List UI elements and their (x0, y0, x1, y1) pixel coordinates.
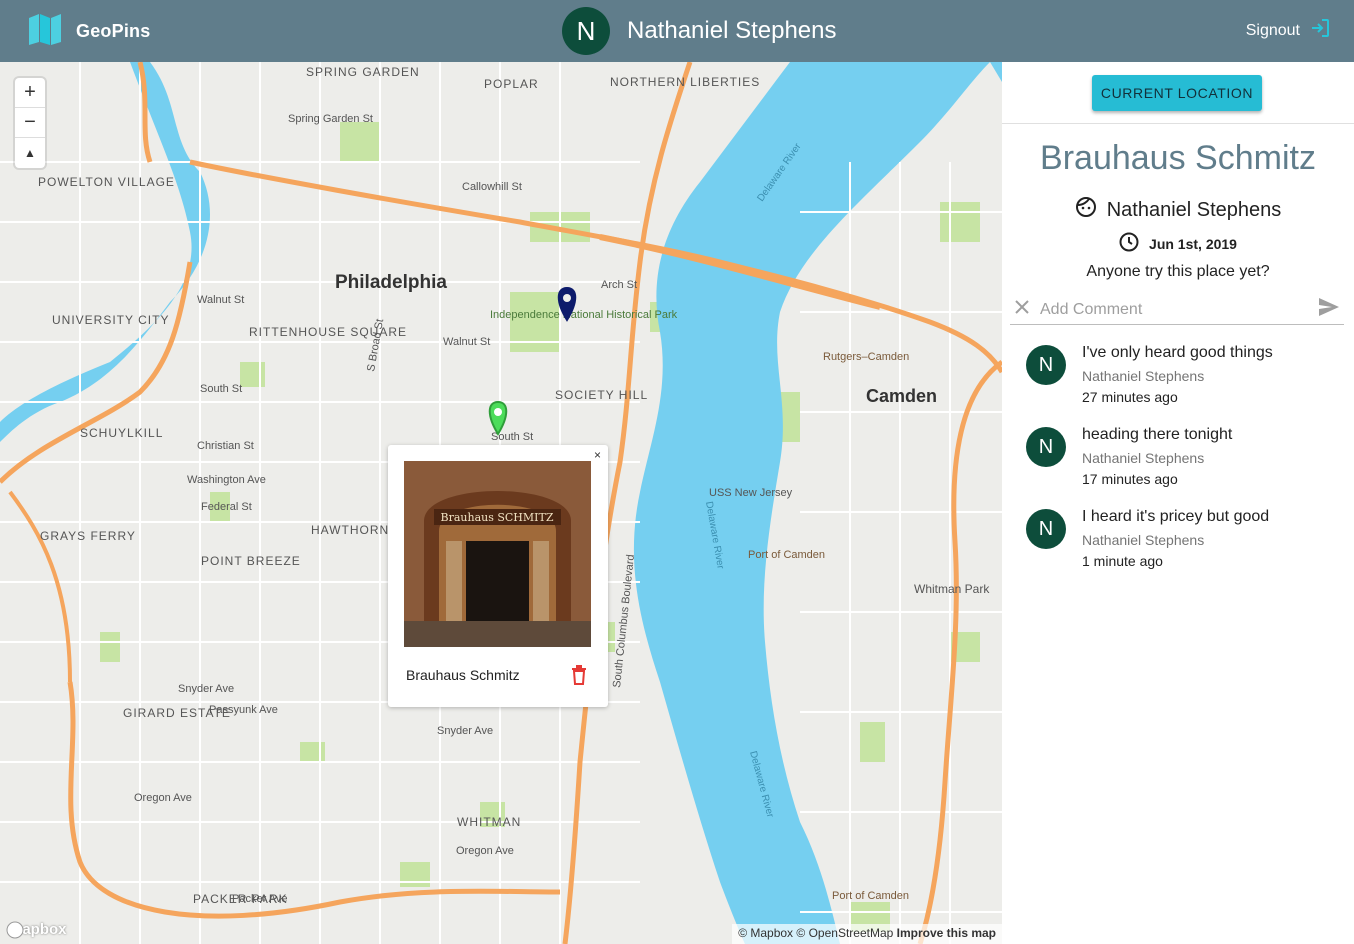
avatar: N (562, 7, 610, 55)
comment-time: 27 minutes ago (1082, 389, 1178, 405)
clear-icon[interactable] (1014, 299, 1030, 320)
svg-text:HAWTHORNE: HAWTHORNE (311, 523, 398, 537)
comment-item: N I heard it's pricey but good Nathaniel… (1026, 506, 1336, 588)
osm-attribution-link[interactable]: © OpenStreetMap (796, 926, 893, 940)
app-bar: GeoPins N Nathaniel Stephens Signout (0, 0, 1354, 62)
svg-text:Walnut St: Walnut St (443, 336, 490, 348)
map-pin-green[interactable] (488, 400, 508, 436)
svg-text:SOCIETY HILL: SOCIETY HILL (555, 388, 648, 402)
comment-input[interactable] (1040, 300, 1310, 319)
signout-button[interactable]: Signout (1246, 18, 1330, 43)
signout-label: Signout (1245, 21, 1300, 39)
brand: GeoPins (28, 12, 151, 51)
svg-text:Washington Ave: Washington Ave (187, 474, 266, 486)
svg-text:Oregon Ave: Oregon Ave (456, 845, 514, 857)
current-user: N Nathaniel Stephens (562, 7, 836, 55)
comment-text: I heard it's pricey but good (1082, 508, 1270, 525)
svg-text:Philadelphia: Philadelphia (335, 272, 447, 293)
svg-text:Federal St: Federal St (201, 501, 252, 513)
pin-photo: Brauhaus SCHMITZ (404, 461, 591, 647)
mapbox-icon (6, 921, 24, 939)
svg-text:WHITMAN: WHITMAN (457, 815, 521, 829)
svg-text:Oregon Ave: Oregon Ave (134, 792, 192, 804)
comment-time: 17 minutes ago (1082, 471, 1178, 487)
svg-text:Walnut St: Walnut St (197, 294, 244, 306)
popup-title: Brauhaus Schmitz (406, 667, 520, 683)
svg-text:Snyder Ave: Snyder Ave (178, 683, 234, 695)
popup-close-button[interactable]: × (594, 448, 601, 462)
svg-text:POPLAR: POPLAR (484, 77, 539, 91)
svg-text:Port of Camden: Port of Camden (832, 890, 909, 902)
pin-author-name: Nathaniel Stephens (1106, 198, 1282, 221)
pin-date: Jun 1st, 2019 (1002, 232, 1354, 255)
svg-text:Rutgers–Camden: Rutgers–Camden (823, 351, 909, 363)
avatar: N (1026, 345, 1066, 385)
svg-text:Port of Camden: Port of Camden (748, 549, 825, 561)
map[interactable]: Philadelphia Camden SPRING GARDEN POPLAR… (0, 62, 1002, 944)
comment-text: heading there tonight (1082, 426, 1233, 443)
map-icon (28, 12, 62, 51)
mapbox-attribution-link[interactable]: © Mapbox (738, 926, 793, 940)
svg-text:South Columbus Boulevard: South Columbus Boulevard (611, 554, 637, 688)
svg-text:Spring Garden St: Spring Garden St (288, 113, 373, 125)
svg-text:Snyder Ave: Snyder Ave (437, 725, 493, 737)
comment-text: I've only heard good things (1082, 344, 1273, 361)
face-icon (1075, 196, 1107, 224)
svg-text:Camden: Camden (866, 386, 937, 406)
svg-text:POINT BREEZE: POINT BREEZE (201, 554, 301, 568)
svg-text:Callowhill St: Callowhill St (462, 181, 522, 193)
svg-text:Brauhaus SCHMITZ: Brauhaus SCHMITZ (441, 511, 554, 524)
app-name: GeoPins (76, 20, 151, 41)
comment-author: Nathaniel Stephens (1082, 532, 1205, 548)
avatar: N (1026, 427, 1066, 467)
svg-text:SPRING GARDEN: SPRING GARDEN (306, 65, 420, 79)
svg-text:UNIVERSITY CITY: UNIVERSITY CITY (52, 313, 169, 327)
svg-text:Whitman Park: Whitman Park (914, 582, 990, 596)
zoom-in-button[interactable]: + (15, 78, 45, 108)
svg-text:Packer Ave: Packer Ave (232, 893, 287, 905)
comment-time: 1 minute ago (1082, 553, 1163, 569)
svg-text:Christian St: Christian St (197, 440, 254, 452)
mapbox-logo[interactable]: mapbox (6, 921, 67, 939)
svg-text:SCHUYLKILL: SCHUYLKILL (80, 426, 163, 440)
pin-date-text: Jun 1st, 2019 (1149, 235, 1237, 252)
svg-text:Passyunk Ave: Passyunk Ave (209, 704, 278, 716)
svg-text:South St: South St (200, 383, 242, 395)
compass-button[interactable]: ▲ (15, 138, 45, 168)
send-icon[interactable] (1318, 297, 1340, 322)
svg-text:NORTHERN LIBERTIES: NORTHERN LIBERTIES (610, 75, 760, 89)
pin-title: Brauhaus Schmitz (1040, 139, 1316, 177)
comment-item: N I've only heard good things Nathaniel … (1026, 342, 1336, 424)
user-name: Nathaniel Stephens (627, 17, 837, 44)
zoom-out-button[interactable]: − (15, 108, 45, 138)
pin-content: Anyone try this place yet? (1086, 263, 1270, 280)
avatar: N (1026, 509, 1066, 549)
improve-map-link[interactable]: Improve this map (897, 926, 996, 940)
comment-author: Nathaniel Stephens (1082, 450, 1205, 466)
clock-icon (1119, 232, 1149, 255)
divider (1002, 123, 1354, 124)
svg-text:USS New Jersey: USS New Jersey (709, 487, 793, 499)
comment-bar (1010, 295, 1344, 325)
svg-text:POWELTON VILLAGE: POWELTON VILLAGE (38, 175, 175, 189)
pin-popup: × Brauhaus SCHMITZ Brauhaus Schmitz (388, 445, 608, 707)
comment-item: N heading there tonight Nathaniel Stephe… (1026, 424, 1336, 506)
svg-text:GRAYS FERRY: GRAYS FERRY (40, 529, 136, 543)
pin-details-panel: CURRENT LOCATION Brauhaus Schmitz Nathan… (1002, 62, 1354, 944)
map-attribution: © Mapbox © OpenStreetMap Improve this ma… (732, 924, 1002, 944)
pin-author: Nathaniel Stephens (1002, 196, 1354, 224)
comment-list: N I've only heard good things Nathaniel … (1026, 342, 1336, 588)
svg-text:Arch St: Arch St (601, 279, 637, 291)
current-location-button[interactable]: CURRENT LOCATION (1092, 75, 1262, 111)
svg-text:Independence National Historic: Independence National Historical Park (490, 309, 678, 321)
exit-icon (1310, 18, 1330, 43)
comment-author: Nathaniel Stephens (1082, 368, 1205, 384)
zoom-controls: + − ▲ (15, 78, 45, 168)
